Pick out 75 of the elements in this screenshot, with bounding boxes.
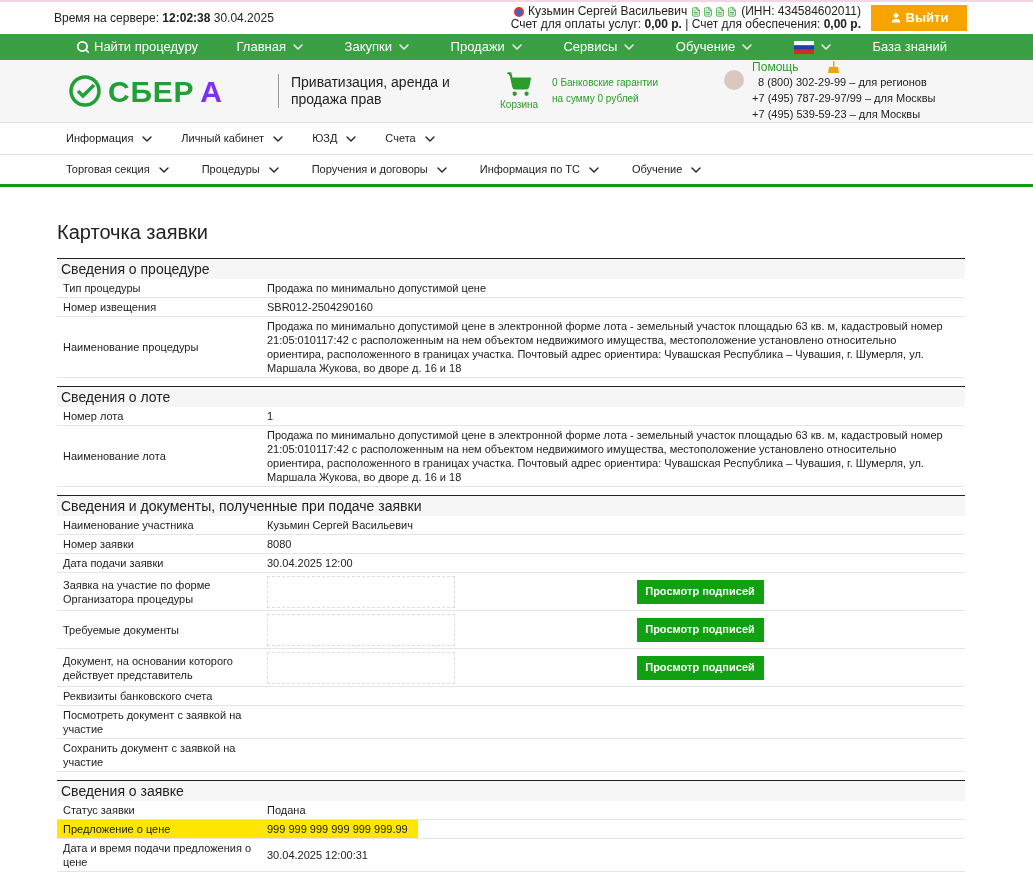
field-label: Номер извещения [62, 300, 158, 315]
field-label: Предложение о цене [62, 822, 172, 837]
tagline: Приватизация, аренда и продажа прав [291, 74, 451, 108]
field-label: Требуемые документы [62, 622, 180, 637]
field-value: Продажа по минимально допустимой цене в электронной форме лота - земельный участок площадью 63 кв. м, кадастровый номер 21:05:010117:42 с расположенным на нем объектом недвижимого имущества, местоположение установлено относительно ориентира, расположенного в границах участка. Почтовый адрес ориентира: Чувашская Республика – Чувашия, г. Шумерля, ул. Маршала Жукова, во дворе д. 16 и 18 [267, 319, 944, 376]
view-signatures-button[interactable]: Просмотр подписей [636, 655, 764, 680]
inn-text: (ИНН: 434584602011) [741, 5, 861, 18]
menu-item[interactable]: Информация по ТС [479, 161, 602, 178]
field-value: 30.04.2025 12:00:31 [267, 848, 369, 863]
section-header: Сведения о заявке [57, 780, 965, 801]
field-value: 1 [267, 409, 275, 424]
nav-link[interactable]: Закупки [344, 37, 412, 57]
menu-item[interactable]: ЮЗД [312, 130, 360, 147]
search-icon [76, 40, 90, 54]
nav-link[interactable]: Главная [236, 37, 307, 57]
view-signatures-button[interactable]: Просмотр подписей [636, 579, 764, 604]
user-name: Кузьмин Сергей Васильевич [528, 5, 688, 18]
field-label: Номер лота [62, 409, 125, 424]
cart-icon [506, 70, 533, 97]
field-label: Заявка на участие по форме Организатора процедуры [62, 577, 212, 606]
phone-number: 8 (800) 302-29-99 – для регионов [757, 74, 928, 90]
field-label: Документ, на основании которого действует представитель [62, 653, 234, 682]
field-value: 8080 [267, 537, 293, 552]
section-header: Сведения о процедуре [57, 258, 965, 279]
field-label: Наименование участника [62, 518, 195, 533]
field-value: 30.04.2025 12:00 [267, 556, 354, 571]
server-time: Время на сервере: 12:02:38 30.04.2025 [54, 10, 274, 27]
menu-item[interactable]: Поручения и договоры [311, 161, 450, 178]
guarantee-text: 0 Банковские гарантии [552, 77, 660, 89]
logo: СБЕР А [68, 68, 268, 114]
page-title: Карточка заявки [57, 220, 210, 244]
menu-item[interactable]: Торговая секция [66, 161, 172, 178]
field-label: Наименование процедуры [62, 340, 200, 355]
field-value: Продажа по минимально допустимой цене [267, 281, 488, 296]
menu-item[interactable]: Процедуры [201, 161, 282, 178]
flag-icon [793, 40, 814, 54]
menu-item[interactable]: Информация [66, 130, 156, 147]
field-label: Номер заявки [62, 537, 135, 552]
field-label: Статус заявки [62, 803, 136, 818]
field-label: Дата подачи заявки [62, 556, 165, 571]
view-signatures-button[interactable]: Просмотр подписей [636, 617, 764, 642]
section-header: Сведения о лоте [57, 386, 965, 407]
logout-button[interactable]: Выйти [871, 5, 967, 31]
user-icon [514, 6, 525, 17]
field-label: Тип процедуры [62, 281, 142, 296]
field-label: Дата и время подачи предложения о цене [62, 841, 253, 870]
field-value: 999 999 999 999 999 999.99 [267, 822, 409, 837]
nav-link[interactable]: Обучение [675, 37, 756, 57]
field-value: Кузьмин Сергей Васильевич [267, 518, 414, 533]
nav-link[interactable]: Продажи [450, 37, 525, 57]
guarantee-text: на сумму 0 рублей [552, 93, 640, 105]
nav-link[interactable]: База знаний [872, 37, 947, 57]
logo-mark-icon [68, 74, 102, 108]
section-header: Сведения и документы, полученные при подаче заявки [57, 495, 965, 516]
broom-icon [828, 61, 840, 73]
account-balances: Счет для оплаты услуг: 0,00 р. | Счет для обеспечения: 0,00 р. [510, 18, 861, 31]
menu-item[interactable]: Личный кабинет [181, 130, 287, 147]
field-label: Сохранить документ с заявкой на участие [62, 741, 237, 770]
menu-item[interactable]: Обучение [632, 161, 705, 178]
menu-item[interactable]: Счета [385, 130, 438, 147]
field-label: Посмотреть документ с заявкой на участие [62, 708, 243, 737]
field-value: Подана [267, 803, 307, 818]
nav-link[interactable]: Сервисы [563, 37, 638, 57]
cart-link[interactable]: Корзина [500, 70, 539, 112]
field-value: SBR012-2504290160 [267, 300, 374, 315]
user-icon [889, 12, 902, 24]
phone-number: +7 (495) 787-29-97/99 – для Москвы [752, 90, 936, 106]
field-label: Наименование лота [62, 449, 167, 464]
support-avatar [724, 70, 745, 90]
help-link[interactable]: Помощь [752, 60, 799, 74]
document-icons [691, 6, 738, 17]
phone-number: +7 (495) 539-59-23 – для Москвы [752, 106, 922, 122]
nav-link[interactable]: Найти процедуру [76, 37, 198, 57]
field-label: Реквизиты банковского счета [62, 689, 214, 704]
field-value: Продажа по минимально допустимой цене в электронной форме лота - земельный участок площадью 63 кв. м, кадастровый номер 21:05:010117:42 с расположенным на нем объектом недвижимого имущества, местоположение установлено относительно ориентира, расположенного в границах участка. Почтовый адрес ориентира: Чувашская Республика – Чувашия, г. Шумерля, ул. Маршала Жукова, во дворе д. 16 и 18 [267, 428, 944, 485]
